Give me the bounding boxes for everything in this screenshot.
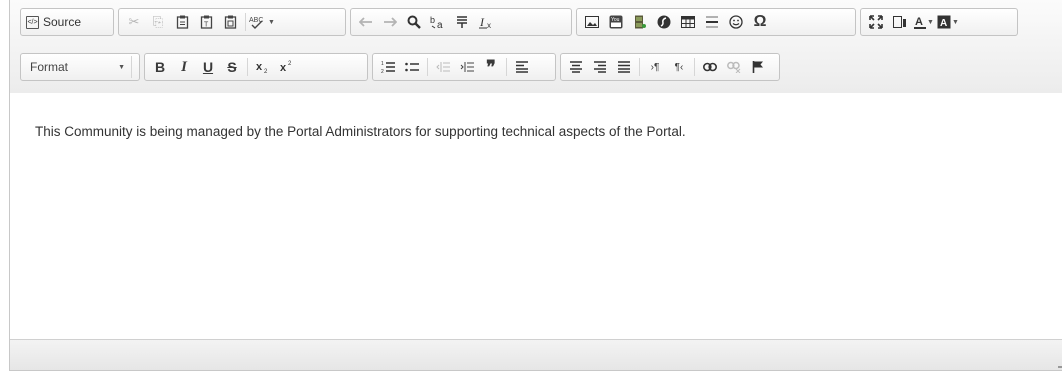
paste-text-icon[interactable]: T — [194, 11, 218, 33]
toolbar-group-document: </> Source — [20, 8, 114, 36]
dropdown-arrow-icon: ▼ — [952, 18, 959, 26]
svg-text:A: A — [940, 18, 947, 29]
editor-toolbar: </> Source ✂ ⎘ T ABC ▼ b a I x You Ω A ▼… — [10, 0, 1062, 94]
svg-text:2: 2 — [264, 69, 268, 74]
svg-text:I: I — [479, 15, 485, 29]
editor-content-area[interactable]: This Community is being managed by the P… — [10, 93, 1062, 341]
image-icon[interactable] — [580, 11, 604, 33]
toolbar-group-paragraph: 12 ❞ — [372, 53, 556, 81]
toolbar-group-basicstyles: B I U S x2 x2 — [144, 53, 368, 81]
toolbar-separator — [247, 58, 248, 76]
svg-text:x: x — [487, 21, 491, 29]
copy-icon[interactable]: ⎘ — [146, 11, 170, 33]
source-button[interactable]: </> Source — [24, 11, 85, 33]
unlink-icon[interactable] — [722, 56, 746, 78]
outdent-icon[interactable] — [431, 56, 455, 78]
indent-icon[interactable] — [455, 56, 479, 78]
remove-format-icon[interactable]: Ix — [474, 11, 498, 33]
toolbar-separator — [694, 58, 695, 76]
svg-text:x: x — [256, 61, 263, 73]
text-color-icon[interactable]: A ▼ — [912, 11, 936, 33]
format-dropdown-label: Format — [30, 60, 69, 74]
align-left-icon[interactable] — [510, 56, 534, 78]
youtube-icon[interactable]: You — [604, 11, 628, 33]
toolbar-group-align: ›¶ ¶‹ — [560, 53, 780, 81]
paste-word-icon[interactable] — [218, 11, 242, 33]
undo-icon[interactable] — [354, 11, 378, 33]
toolbar-separator — [506, 58, 507, 76]
resize-handle-icon[interactable] — [1058, 360, 1062, 368]
toolbar-separator — [427, 58, 428, 76]
anchor-flag-icon[interactable] — [746, 56, 770, 78]
table-icon[interactable] — [676, 11, 700, 33]
page-edge — [0, 0, 9, 371]
rtl-icon[interactable]: ¶‹ — [667, 56, 691, 78]
cut-icon[interactable]: ✂ — [122, 11, 146, 33]
rich-text-editor: </> Source ✂ ⎘ T ABC ▼ b a I x You Ω A ▼… — [9, 0, 1062, 371]
editor-status-bar — [10, 339, 1062, 370]
format-dropdown[interactable]: Format ▼ — [24, 56, 132, 78]
dropdown-arrow-icon: ▼ — [268, 18, 275, 26]
ltr-icon[interactable]: ›¶ — [643, 56, 667, 78]
svg-text:ABC: ABC — [249, 17, 263, 24]
content-paragraph[interactable]: This Community is being managed by the P… — [35, 124, 686, 139]
strikethrough-icon[interactable]: S — [220, 56, 244, 78]
dropdown-arrow-icon: ▼ — [927, 18, 934, 26]
flash-icon[interactable] — [652, 11, 676, 33]
spellcheck-icon[interactable]: ABC ▼ — [249, 11, 275, 33]
svg-text:T: T — [204, 22, 209, 29]
italic-icon[interactable]: I — [172, 56, 196, 78]
numbered-list-icon[interactable]: 12 — [376, 56, 400, 78]
source-icon: </> — [26, 15, 39, 29]
svg-text:2: 2 — [381, 69, 384, 74]
horizontal-rule-icon[interactable] — [700, 11, 724, 33]
paste-icon[interactable] — [170, 11, 194, 33]
svg-text:x: x — [280, 62, 287, 74]
video-icon[interactable] — [628, 11, 652, 33]
svg-text:A: A — [915, 16, 923, 28]
justify-icon[interactable] — [612, 56, 636, 78]
toolbar-separator — [639, 58, 640, 76]
toolbar-group-insert: You Ω — [576, 8, 856, 36]
source-button-label: Source — [43, 15, 82, 29]
special-char-icon[interactable]: Ω — [748, 11, 772, 33]
blockquote-icon[interactable]: ❞ — [479, 56, 503, 78]
superscript-icon[interactable]: x2 — [275, 56, 299, 78]
find-icon[interactable] — [402, 11, 426, 33]
show-blocks-icon[interactable] — [888, 11, 912, 33]
bold-icon[interactable]: B — [148, 56, 172, 78]
dropdown-arrow-icon: ▼ — [118, 63, 125, 71]
toolbar-group-tools: A ▼ A ▼ — [860, 8, 1018, 36]
underline-icon[interactable]: U — [196, 56, 220, 78]
align-right-icon[interactable] — [588, 56, 612, 78]
redo-icon[interactable] — [378, 11, 402, 33]
toolbar-group-clipboard: ✂ ⎘ T ABC ▼ — [118, 8, 346, 36]
align-center-icon[interactable] — [564, 56, 588, 78]
bullet-list-icon[interactable] — [400, 56, 424, 78]
svg-text:1: 1 — [381, 61, 384, 67]
link-icon[interactable] — [698, 56, 722, 78]
background-color-icon[interactable]: A ▼ — [936, 11, 960, 33]
maximize-icon[interactable] — [864, 11, 888, 33]
svg-text:b: b — [430, 15, 435, 25]
svg-text:a: a — [437, 20, 443, 29]
select-all-icon[interactable] — [450, 11, 474, 33]
replace-icon[interactable]: ba — [426, 11, 450, 33]
subscript-icon[interactable]: x2 — [251, 56, 275, 78]
toolbar-group-editing: ba Ix — [350, 8, 572, 36]
toolbar-separator — [245, 13, 246, 31]
svg-text:You: You — [611, 17, 620, 23]
smiley-icon[interactable] — [724, 11, 748, 33]
toolbar-group-styles: Format ▼ — [20, 53, 140, 81]
svg-text:2: 2 — [288, 61, 292, 67]
